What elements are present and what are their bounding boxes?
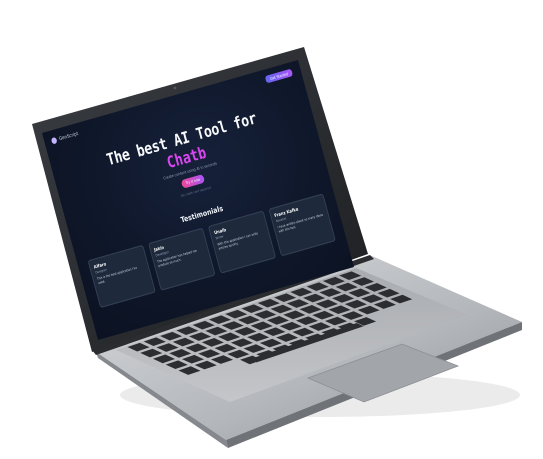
laptop-scene: GenScript Get Started The best AI Tool f… [32,47,522,448]
get-started-button[interactable]: Get Started [264,68,294,84]
laptop-logo-icon [50,136,58,145]
screen: GenScript Get Started The best AI Tool f… [42,60,354,340]
brand-name: GenScript [58,131,79,142]
screen-area: GenScript Get Started The best AI Tool f… [42,60,354,340]
testimonial-card: Alfaro Designer This is the best applica… [87,244,156,309]
try-now-button[interactable]: Try it now [180,174,206,189]
brand[interactable]: GenScript [50,131,79,145]
testimonial-card: Unalb Writer With this application I can… [207,210,276,274]
testimonial-card: Jakin Developer The application has help… [147,227,216,291]
testimonial-card: Franz Kafka Novelist I have written abou… [268,193,336,257]
